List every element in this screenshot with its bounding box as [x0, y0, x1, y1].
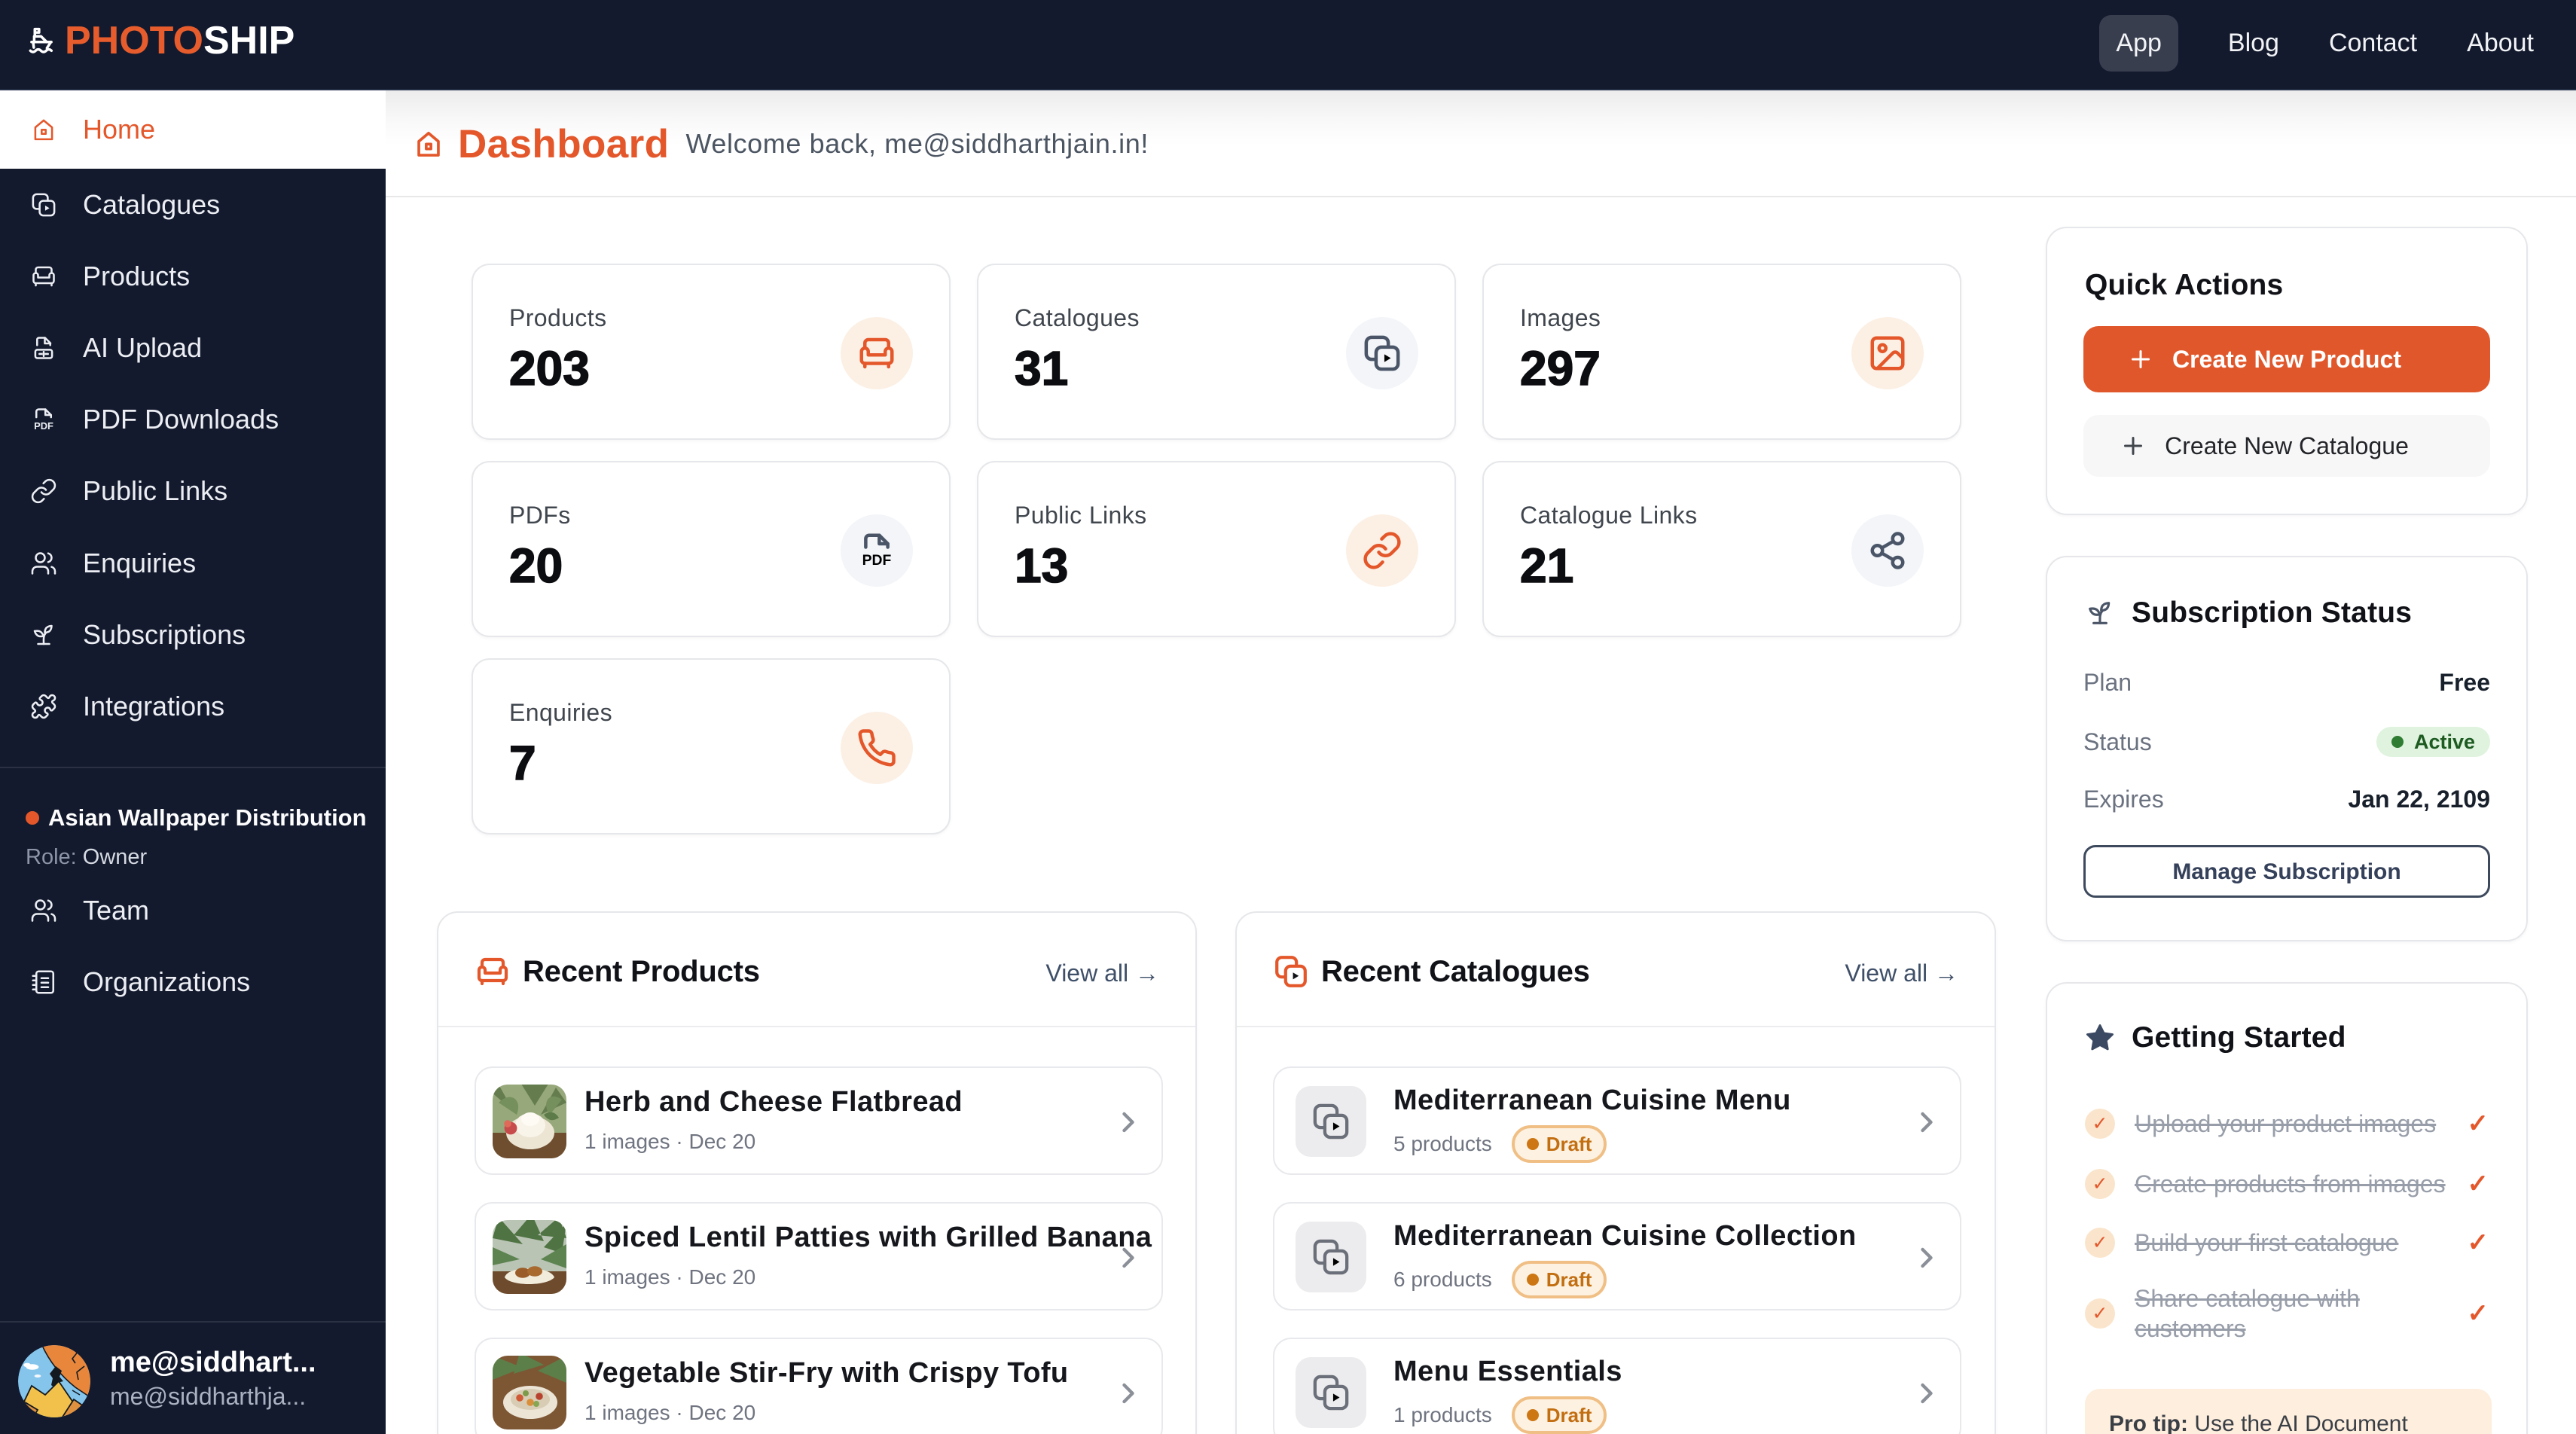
svg-text:PDF: PDF: [34, 420, 53, 432]
svg-text:PDF: PDF: [862, 552, 892, 569]
